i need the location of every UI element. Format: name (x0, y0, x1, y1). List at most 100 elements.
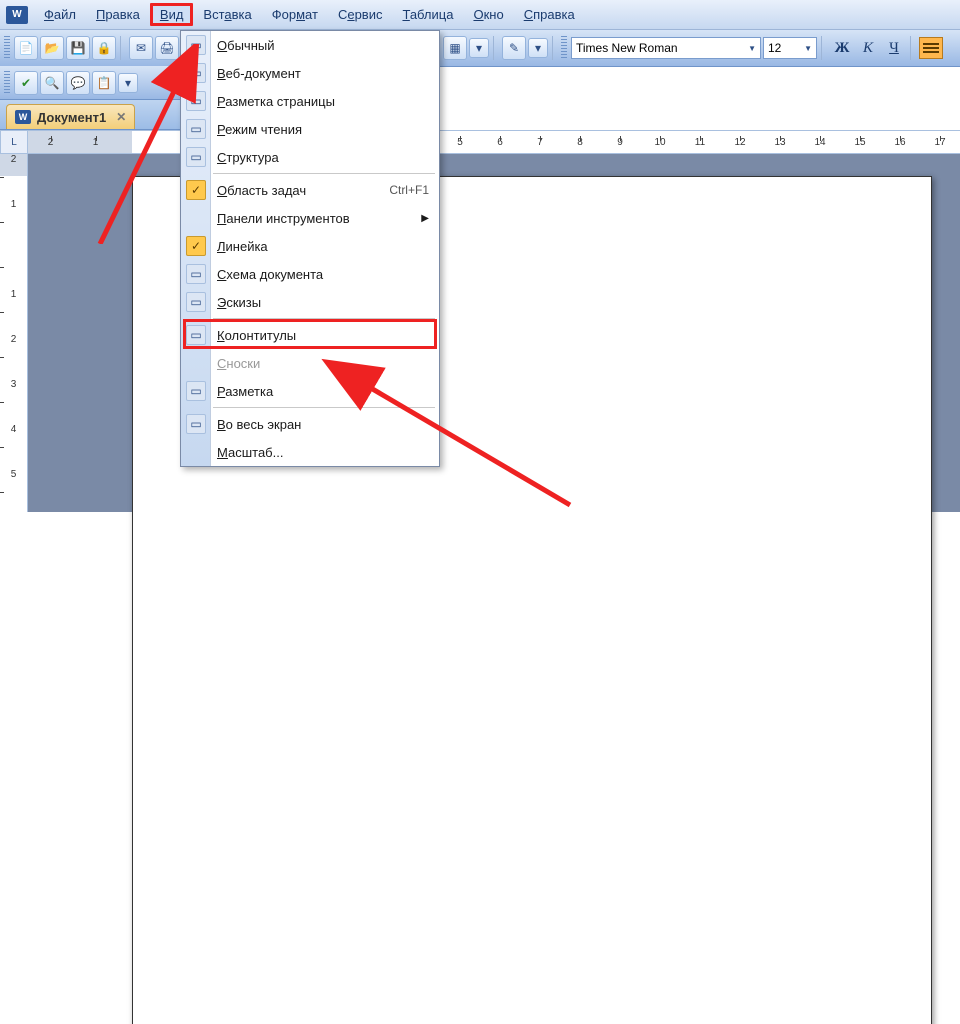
ruler-tick: 3 (0, 379, 27, 424)
menu-separator (213, 318, 435, 319)
font-size-combo[interactable]: 12 ▼ (763, 37, 817, 59)
dropdown-button[interactable]: ▾ (528, 38, 548, 58)
tab-label: Документ1 (37, 110, 106, 125)
font-name-value: Times New Roman (576, 41, 678, 55)
separator (120, 36, 125, 60)
layout-icon: ▭ (186, 91, 206, 111)
vertical-ruler[interactable]: 2112345 (0, 154, 28, 512)
menu-format[interactable]: Формат (262, 3, 328, 26)
menu-item-область-задач[interactable]: ✓Область задачCtrl+F1 (181, 176, 439, 204)
tab-document1[interactable]: W Документ1 ✕ (6, 104, 135, 129)
menu-item-label: Во весь экран (217, 417, 301, 432)
menu-service[interactable]: Сервис (328, 3, 393, 26)
menu-view[interactable]: Вид (150, 3, 194, 26)
menu-item-линейка[interactable]: ✓Линейка (181, 232, 439, 260)
menu-table[interactable]: Таблица (392, 3, 463, 26)
menu-shortcut: Ctrl+F1 (389, 183, 429, 197)
menu-item-во-весь-экран[interactable]: ▭ Во весь экран (181, 410, 439, 438)
close-icon[interactable]: ✕ (116, 110, 126, 124)
menu-bar: W Файл Правка Вид Вставка Формат Сервис … (0, 0, 960, 30)
ruler-tick: 1 (0, 199, 27, 244)
toolbar-grip[interactable] (4, 36, 10, 60)
ruler-tick: 2 (28, 137, 73, 148)
ruler-tick (0, 244, 27, 289)
menu-item-label: Обычный (217, 38, 274, 53)
permissions-button[interactable]: 🔒 (92, 36, 116, 60)
app-icon: W (6, 6, 28, 24)
standard-toolbar: 📄 📂 💾 🔒 ✉ 🖨 ▦ ▾ ✎ ▾ Times New Roman ▼ 12… (0, 30, 960, 66)
word-doc-icon: W (15, 110, 31, 124)
underline-button[interactable]: Ч (882, 37, 906, 59)
font-name-combo[interactable]: Times New Roman ▼ (571, 37, 761, 59)
menu-edit[interactable]: Правка (86, 3, 150, 26)
menu-help[interactable]: Справка (514, 3, 585, 26)
toolbar-grip[interactable] (4, 71, 10, 95)
menu-item-сноски: Сноски (181, 349, 439, 377)
menu-item-режим-чтения[interactable]: ▭ Режим чтения (181, 115, 439, 143)
menu-item-панели-инструментов[interactable]: Панели инструментов▶ (181, 204, 439, 232)
menu-item-обычный[interactable]: ▭Обычный (181, 31, 439, 59)
horizontal-ruler[interactable]: 2 1 (28, 130, 180, 154)
open-button[interactable]: 📂 (40, 36, 64, 60)
toolbar-grip[interactable] (561, 36, 567, 60)
reviewing-toolbar: ✔ 🔍 💬 📋 ▾ (0, 66, 180, 100)
menu-file[interactable]: Файл (34, 3, 86, 26)
menu-item-label: Разметка (217, 384, 273, 399)
misc-button[interactable]: ▾ (469, 38, 489, 58)
menu-item-схема-документа[interactable]: ▭ Схема документа (181, 260, 439, 288)
ruler-tick: 9 (600, 137, 640, 148)
separator (910, 36, 915, 60)
menu-item-структура[interactable]: ▭Структура (181, 143, 439, 171)
menu-item-разметка-страницы[interactable]: ▭Разметка страницы (181, 87, 439, 115)
ruler-corner[interactable]: L (0, 130, 28, 154)
align-button[interactable] (919, 37, 943, 59)
menu-item-label: Схема документа (217, 267, 323, 282)
menu-item-масштаб-[interactable]: Масштаб... (181, 438, 439, 466)
draw-button[interactable]: ✎ (502, 36, 526, 60)
ruler-tick: 11 (680, 137, 720, 148)
ruler-tick: 15 (840, 137, 880, 148)
book-icon: ▭ (186, 119, 206, 139)
horizontal-ruler-right[interactable]: 567891011121314151617 (440, 130, 960, 154)
globe-icon: ▭ (186, 63, 206, 83)
menu-window[interactable]: Окно (463, 3, 513, 26)
ruler-tick: 1 (0, 289, 27, 334)
separator (493, 36, 498, 60)
columns-button[interactable]: ▦ (443, 36, 467, 60)
ruler-tick: 17 (920, 137, 960, 148)
save-button[interactable]: 💾 (66, 36, 90, 60)
print-button[interactable]: 🖨 (155, 36, 179, 60)
ruler-tick: 4 (0, 424, 27, 469)
track-button[interactable]: 📋 (92, 71, 116, 95)
menu-item-label: Режим чтения (217, 122, 302, 137)
new-doc-button[interactable]: 📄 (14, 36, 38, 60)
menu-item-label: Колонтитулы (217, 328, 296, 343)
chevron-down-icon: ▼ (804, 44, 812, 53)
research-button[interactable]: 🔍 (40, 71, 64, 95)
dropdown-button[interactable]: ▾ (118, 73, 138, 93)
schema-icon: ▭ (186, 264, 206, 284)
italic-button[interactable]: К (856, 37, 880, 59)
separator (552, 36, 557, 60)
view-dropdown-menu: ▭Обычный▭Веб-документ▭Разметка страницы▭… (180, 30, 440, 467)
fullscreen-icon: ▭ (186, 414, 206, 434)
spellcheck-button[interactable]: ✔ (14, 71, 38, 95)
ruler-tick: 13 (760, 137, 800, 148)
ruler-tick: 5 (440, 137, 480, 148)
comment-button[interactable]: 💬 (66, 71, 90, 95)
ruler-tick: 2 (0, 334, 27, 379)
document-area (28, 154, 960, 512)
menu-item-label: Масштаб... (217, 445, 283, 460)
menu-insert[interactable]: Вставка (193, 3, 261, 26)
ruler-tick: 6 (480, 137, 520, 148)
menu-item-веб-документ[interactable]: ▭Веб-документ (181, 59, 439, 87)
structure-icon: ▭ (186, 147, 206, 167)
bold-button[interactable]: Ж (830, 37, 854, 59)
menu-item-label: Эскизы (217, 295, 261, 310)
ruler-tick: 10 (640, 137, 680, 148)
menu-item-эскизы[interactable]: ▭Эскизы (181, 288, 439, 316)
ruler-tick: 16 (880, 137, 920, 148)
menu-item-колонтитулы[interactable]: ▭Колонтитулы (181, 321, 439, 349)
mail-button[interactable]: ✉ (129, 36, 153, 60)
menu-item-разметка[interactable]: ▭Разметка (181, 377, 439, 405)
